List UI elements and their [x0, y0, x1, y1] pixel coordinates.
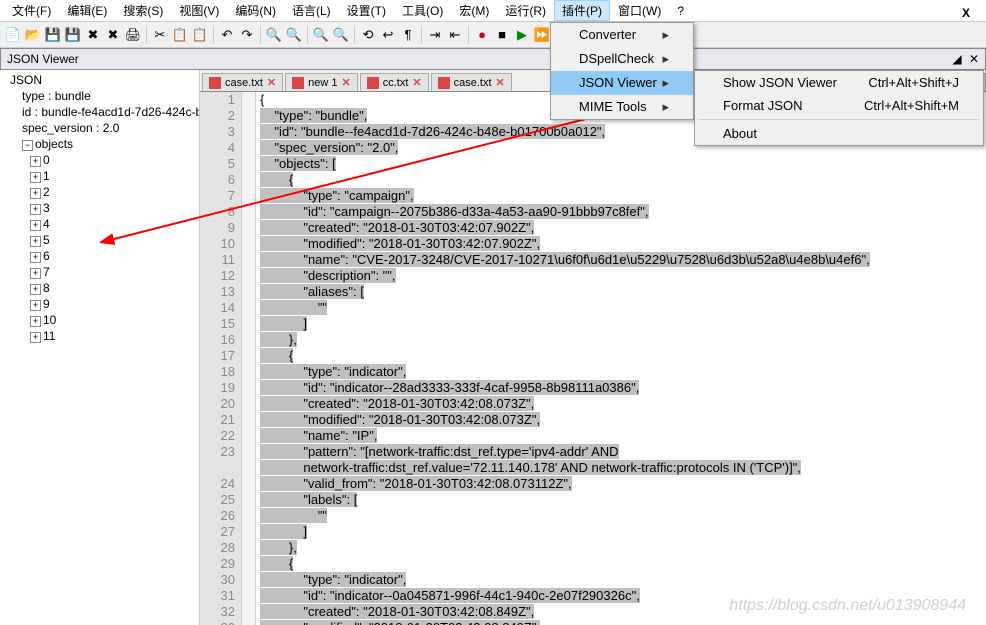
- menu-view[interactable]: 视图(V): [171, 0, 227, 21]
- menu-file[interactable]: 文件(F): [4, 0, 59, 21]
- print-icon[interactable]: 🖨: [124, 26, 142, 44]
- menu-help[interactable]: ?: [669, 2, 692, 20]
- toolbar-separator: [213, 26, 214, 44]
- shortcut-label: Ctrl+Alt+Shift+M: [864, 98, 959, 113]
- save-icon[interactable]: 💾: [44, 26, 62, 44]
- toolbar-separator: [307, 26, 308, 44]
- close-file-icon[interactable]: ✖: [84, 26, 102, 44]
- tree-object-item[interactable]: +10: [2, 312, 197, 328]
- json-viewer-submenu: Show JSON ViewerCtrl+Alt+Shift+J Format …: [694, 70, 984, 146]
- expand-icon[interactable]: +: [30, 236, 41, 247]
- menu-language[interactable]: 语言(L): [284, 0, 339, 21]
- menu-tools[interactable]: 工具(O): [394, 0, 451, 21]
- shortcut-label: Ctrl+Alt+Shift+J: [868, 75, 959, 90]
- zoom-in-icon[interactable]: 🔍: [312, 26, 330, 44]
- toolbar-separator: [260, 26, 261, 44]
- menu-bar: 文件(F) 编辑(E) 搜索(S) 视图(V) 编码(N) 语言(L) 设置(T…: [0, 0, 986, 22]
- close-all-icon[interactable]: ✖: [104, 26, 122, 44]
- record-icon[interactable]: ●: [473, 26, 491, 44]
- tree-object-item[interactable]: +8: [2, 280, 197, 296]
- close-icon[interactable]: X: [954, 4, 978, 22]
- panel-close-icon[interactable]: ✕: [969, 52, 979, 66]
- chevron-right-icon: ▸: [662, 51, 669, 67]
- chevron-right-icon: ▸: [662, 27, 669, 43]
- undo-icon[interactable]: ↶: [218, 26, 236, 44]
- panel-undock-icon[interactable]: ◢: [952, 52, 961, 66]
- redo-icon[interactable]: ↷: [238, 26, 256, 44]
- open-icon[interactable]: 📂: [24, 26, 42, 44]
- menu-about[interactable]: About: [695, 122, 983, 145]
- toolbar: 📄 📂 💾 💾 ✖ ✖ 🖨 ✂ 📋 📋 ↶ ↷ 🔍 🔍 🔍 🔍 ⟲ ↩ ¶ ⇥ …: [0, 22, 986, 48]
- toolbar-separator: [468, 26, 469, 44]
- toolbar-separator: [146, 26, 147, 44]
- expand-icon[interactable]: +: [30, 268, 41, 279]
- wrap-icon[interactable]: ↩: [379, 26, 397, 44]
- menu-converter[interactable]: Converter▸: [551, 23, 693, 47]
- panel-title-text: JSON Viewer: [7, 52, 79, 66]
- menu-separator: [699, 119, 979, 120]
- replace-icon[interactable]: 🔍: [285, 26, 303, 44]
- tree-object-item[interactable]: +11: [2, 328, 197, 344]
- expand-icon[interactable]: +: [30, 172, 41, 183]
- expand-icon[interactable]: +: [30, 156, 41, 167]
- tree-object-item[interactable]: +9: [2, 296, 197, 312]
- expand-icon[interactable]: +: [30, 188, 41, 199]
- menu-dspellcheck[interactable]: DSpellCheck▸: [551, 47, 693, 71]
- menu-search[interactable]: 搜索(S): [115, 0, 171, 21]
- expand-icon[interactable]: +: [30, 284, 41, 295]
- menu-json-viewer[interactable]: JSON Viewer▸: [551, 71, 693, 95]
- new-file-icon[interactable]: 📄: [4, 26, 22, 44]
- chevron-right-icon: ▸: [662, 99, 669, 115]
- find-icon[interactable]: 🔍: [265, 26, 283, 44]
- chevron-right-icon: ▸: [662, 75, 669, 91]
- watermark: https://blog.csdn.net/u013908944: [729, 597, 966, 615]
- toolbar-separator: [421, 26, 422, 44]
- outdent-icon[interactable]: ⇤: [446, 26, 464, 44]
- stop-icon[interactable]: ■: [493, 26, 511, 44]
- paste-icon[interactable]: 📋: [191, 26, 209, 44]
- menu-mime-tools[interactable]: MIME Tools▸: [551, 95, 693, 119]
- menu-run[interactable]: 运行(R): [497, 0, 554, 21]
- expand-icon[interactable]: +: [30, 316, 41, 327]
- menu-window[interactable]: 窗口(W): [610, 0, 669, 21]
- json-viewer-panel-title: JSON Viewer ◢ ✕: [0, 48, 986, 70]
- expand-icon[interactable]: +: [30, 332, 41, 343]
- expand-icon[interactable]: +: [30, 220, 41, 231]
- copy-icon[interactable]: 📋: [171, 26, 189, 44]
- sync-icon[interactable]: ⟲: [359, 26, 377, 44]
- menu-plugins[interactable]: 插件(P): [554, 0, 610, 21]
- play-icon[interactable]: ▶: [513, 26, 531, 44]
- collapse-icon[interactable]: −: [22, 140, 33, 151]
- menu-edit[interactable]: 编辑(E): [59, 0, 115, 21]
- expand-icon[interactable]: +: [30, 204, 41, 215]
- expand-icon[interactable]: +: [30, 252, 41, 263]
- menu-encoding[interactable]: 编码(N): [227, 0, 284, 21]
- toolbar-separator: [354, 26, 355, 44]
- cut-icon[interactable]: ✂: [151, 26, 169, 44]
- tree-object-item[interactable]: +7: [2, 264, 197, 280]
- zoom-out-icon[interactable]: 🔍: [332, 26, 350, 44]
- save-all-icon[interactable]: 💾: [64, 26, 82, 44]
- indent-icon[interactable]: ⇥: [426, 26, 444, 44]
- play-multi-icon[interactable]: ⏩: [533, 26, 551, 44]
- menu-macro[interactable]: 宏(M): [451, 0, 497, 21]
- menu-format-json[interactable]: Format JSONCtrl+Alt+Shift+M: [695, 94, 983, 117]
- menu-settings[interactable]: 设置(T): [339, 0, 394, 21]
- menu-show-json-viewer[interactable]: Show JSON ViewerCtrl+Alt+Shift+J: [695, 71, 983, 94]
- plugins-menu: Converter▸ DSpellCheck▸ JSON Viewer▸ MIM…: [550, 22, 694, 120]
- hidden-chars-icon[interactable]: ¶: [399, 26, 417, 44]
- expand-icon[interactable]: +: [30, 300, 41, 311]
